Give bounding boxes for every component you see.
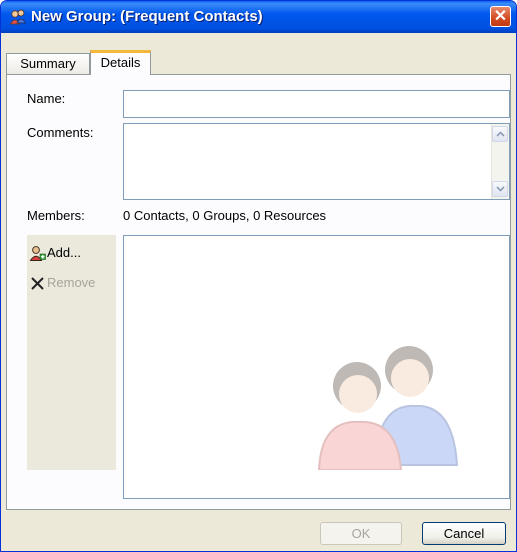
group-watermark-icon xyxy=(317,346,459,470)
comments-textarea[interactable] xyxy=(123,123,510,200)
add-contact-icon xyxy=(29,246,46,261)
add-member-label: Add... xyxy=(47,245,81,260)
close-icon: ✕ xyxy=(493,8,508,25)
tab-summary[interactable]: Summary xyxy=(6,53,90,74)
members-list[interactable] xyxy=(123,235,510,499)
chevron-up-icon xyxy=(496,131,505,137)
scroll-down-button[interactable] xyxy=(492,181,508,197)
comments-label: Comments: xyxy=(27,125,94,140)
comments-scrollbar[interactable] xyxy=(491,124,509,199)
remove-member-label: Remove xyxy=(47,275,96,290)
members-action-bar xyxy=(27,235,116,470)
group-icon xyxy=(9,9,27,25)
title-bar[interactable]: New Group: (Frequent Contacts) ✕ xyxy=(1,1,516,33)
ok-button[interactable]: OK xyxy=(320,522,402,545)
chevron-down-icon xyxy=(496,186,505,192)
members-summary: 0 Contacts, 0 Groups, 0 Resources xyxy=(123,208,327,223)
members-label: Members: xyxy=(27,208,85,223)
tab-details[interactable]: Details xyxy=(90,50,151,75)
scroll-up-button[interactable] xyxy=(492,126,508,142)
name-input[interactable] xyxy=(123,90,510,118)
name-label: Name: xyxy=(27,91,66,106)
window-title: New Group: (Frequent Contacts) xyxy=(31,8,263,25)
new-group-dialog: New Group: (Frequent Contacts) ✕ Summary… xyxy=(0,0,517,552)
cancel-button[interactable]: Cancel xyxy=(422,522,506,545)
x-icon xyxy=(31,277,44,290)
close-button[interactable]: ✕ xyxy=(490,6,511,27)
